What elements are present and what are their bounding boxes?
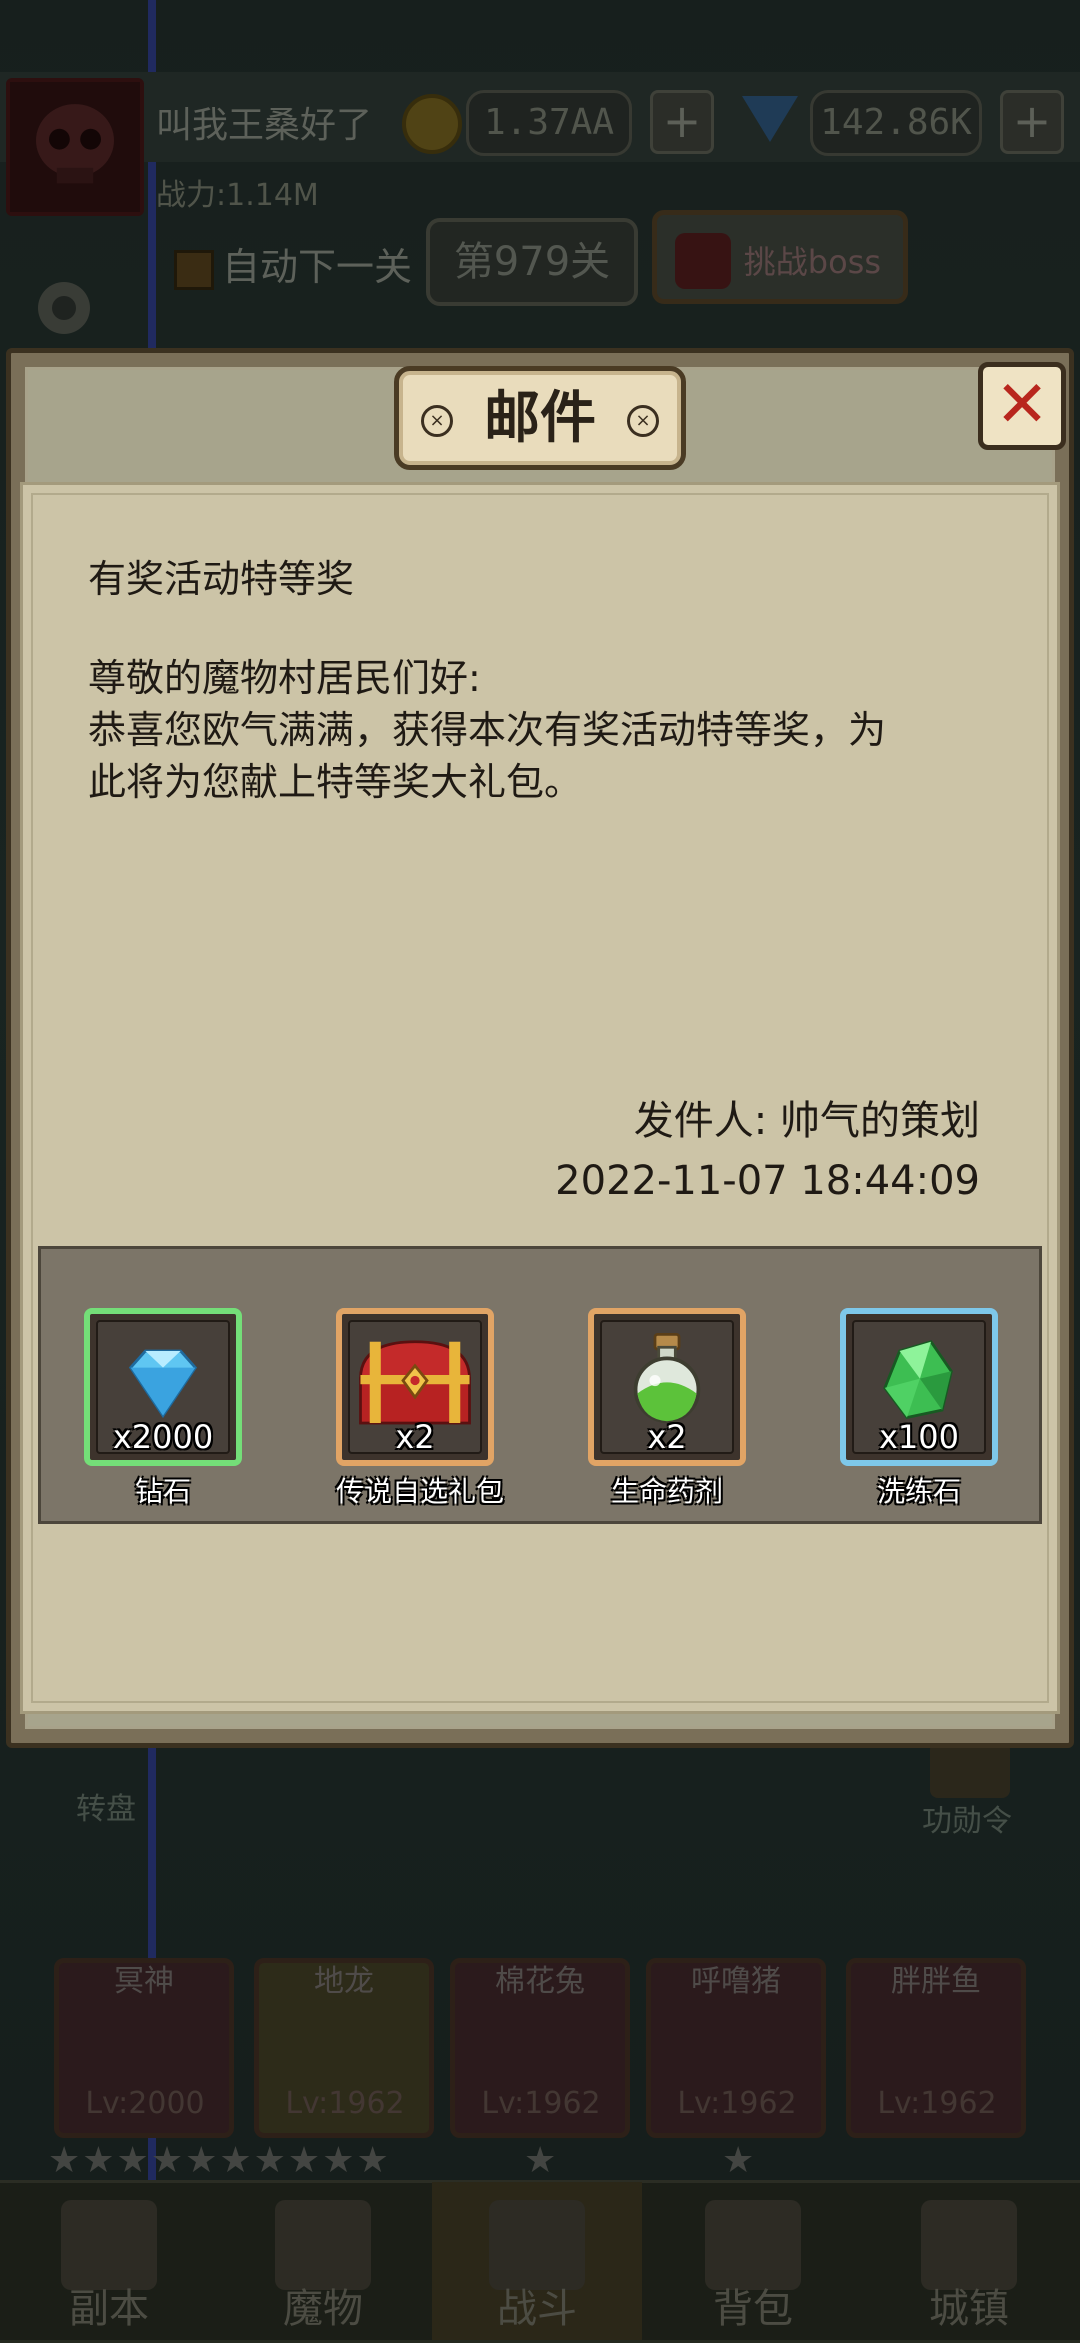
reward-item[interactable]: x2 传说自选礼包 [336, 1308, 505, 1510]
mail-body: 尊敬的魔物村居民们好: 恭喜您欧气满满，获得本次有奖活动特等奖，为 此将为您献上特等… [88, 652, 1028, 808]
mail-title-plate: × 邮件 × [394, 366, 686, 470]
reward-item[interactable]: x2 生命药剂 [588, 1308, 746, 1510]
reward-name: 生命药剂 [610, 1475, 723, 1508]
reward-quantity: x2 [395, 1418, 435, 1456]
mail-subject: 有奖活动特等奖 [88, 557, 355, 601]
reward-item[interactable]: x100 洗练石 [840, 1308, 998, 1510]
mail-body-line: 此将为您献上特等奖大礼包。 [88, 760, 583, 804]
reward-quantity: x2 [647, 1418, 687, 1456]
reward-name: 洗练石 [876, 1475, 961, 1508]
ornament-icon: × [627, 405, 659, 437]
reward-quantity: x2000 [112, 1418, 214, 1456]
reward-frame: x2 [588, 1308, 746, 1466]
close-button[interactable]: ✕ [978, 362, 1066, 450]
mail-sender: 发件人: 帅气的策划 [633, 1098, 980, 1144]
reward-name: 传说自选礼包 [336, 1475, 505, 1508]
mail-body-line: 恭喜您欧气满满，获得本次有奖活动特等奖，为 [88, 708, 887, 752]
reward-item[interactable]: x2000 钻石 [84, 1308, 242, 1510]
reward-name: 钻石 [134, 1475, 191, 1508]
reward-frame: x2 [336, 1308, 494, 1466]
reward-frame: x100 [840, 1308, 998, 1466]
mail-timestamp: 2022-11-07 18:44:09 [555, 1158, 980, 1204]
reward-frame: x2000 [84, 1308, 242, 1466]
mail-greeting: 尊敬的魔物村居民们好: [88, 656, 481, 700]
reward-quantity: x100 [878, 1418, 959, 1456]
